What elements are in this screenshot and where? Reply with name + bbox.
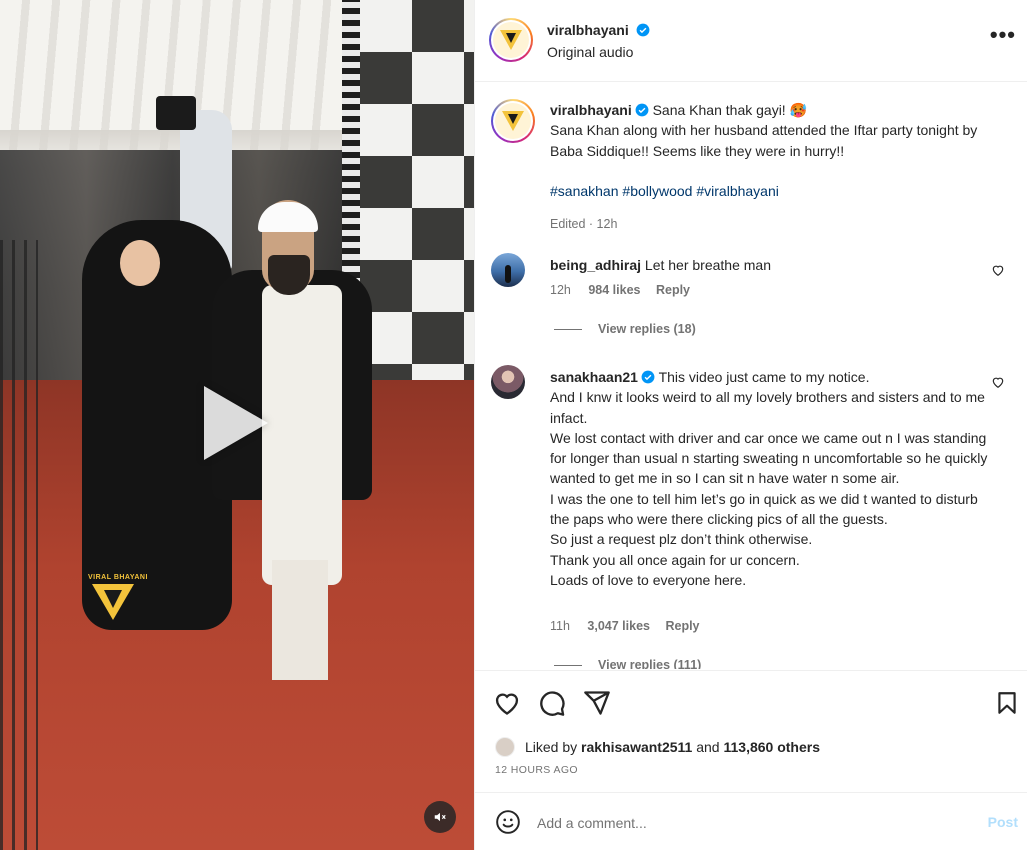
liker-avatar[interactable] (495, 737, 515, 757)
post-timestamp[interactable]: 12 HOURS AGO (495, 764, 578, 776)
post-header: viralbhayani Original audio ••• (475, 0, 1027, 82)
comment-time: 11h (550, 619, 570, 633)
add-comment-bar: Post (475, 792, 1027, 850)
liked-by: Liked by rakhisawant2511 and 113,860 oth… (495, 737, 820, 757)
play-icon[interactable] (204, 386, 268, 460)
viral-logo-icon (500, 30, 522, 50)
view-replies-button[interactable]: View replies (111) (554, 658, 701, 669)
caption-meta: Edited · 12h (550, 217, 618, 232)
reply-button[interactable]: Reply (665, 619, 699, 633)
reply-button[interactable]: Reply (656, 283, 690, 297)
comment-like-icon[interactable] (991, 375, 1005, 389)
header-username[interactable]: viralbhayani (547, 22, 629, 38)
likes-count[interactable]: 113,860 others (723, 739, 820, 755)
bookmark-icon[interactable] (994, 689, 1020, 717)
more-horizontal-icon[interactable]: ••• (990, 24, 1016, 46)
author-avatar[interactable] (489, 18, 533, 62)
caption-title: Sana Khan thak gayi! 🥵 (648, 102, 808, 118)
reel-video[interactable]: VIRAL BHAYANI (0, 0, 474, 850)
comment-text: So just a request plz don’t think otherw… (550, 531, 813, 548)
hashtag-link[interactable]: #sanakhan (550, 183, 619, 199)
audio-label[interactable]: Original audio (547, 44, 650, 60)
verified-badge-icon (635, 103, 649, 117)
comment-username[interactable]: sanakhaan21 (550, 369, 638, 385)
camera (156, 96, 196, 130)
hashtag-link[interactable]: #bollywood (622, 183, 692, 199)
comment-like-icon[interactable] (991, 263, 1005, 277)
post-actions: Liked by rakhisawant2511 and 113,860 oth… (475, 670, 1027, 792)
comment-text: Let her breathe man (644, 257, 772, 273)
commenter-avatar[interactable] (491, 253, 525, 287)
comment-text: This video just came to my notice. (658, 369, 870, 385)
speaker-muted-icon[interactable] (424, 801, 456, 833)
verified-badge-icon (641, 370, 655, 384)
watermark-logo (92, 584, 134, 620)
comment-input[interactable] (537, 812, 957, 834)
heart-icon[interactable] (493, 689, 521, 717)
post-details-pane: viralbhayani Original audio ••• viralbha… (474, 0, 1027, 850)
verified-badge-icon (636, 23, 650, 37)
barrier-rail (0, 240, 38, 850)
comment-username[interactable]: being_adhiraj (550, 257, 641, 273)
comment-text: We lost contact with driver and car once… (550, 429, 988, 487)
caption-body: Sana Khan along with her husband attende… (550, 122, 978, 159)
comments-list[interactable]: viralbhayani Sana Khan thak gayi! 🥵 Sana… (475, 83, 1027, 669)
post-button[interactable]: Post (988, 814, 1018, 830)
comment-icon[interactable] (538, 689, 566, 717)
comment-text: I was the one to tell him let’s go in qu… (550, 490, 978, 528)
comment-text: Thank you all once again for ur concern. (550, 551, 800, 568)
comment-text: And I knw it looks weird to all my lovel… (550, 389, 985, 426)
send-icon[interactable] (583, 689, 611, 717)
commenter-avatar[interactable] (491, 365, 525, 399)
comment-item: being_adhiraj Let her breathe man 12h 98… (491, 253, 1011, 343)
caption-avatar[interactable] (491, 99, 535, 143)
caption-username[interactable]: viralbhayani (550, 102, 632, 118)
comment-item: sanakhaan21 This video just came to my n… (491, 365, 1011, 669)
liker-username[interactable]: rakhisawant2511 (581, 739, 692, 755)
comment-text: Loads of love to everyone here. (550, 571, 747, 588)
view-replies-button[interactable]: View replies (18) (554, 322, 696, 336)
comment-likes[interactable]: 3,047 likes (587, 619, 650, 633)
hashtag-link[interactable]: #viralbhayani (696, 183, 779, 199)
emoji-icon[interactable] (495, 809, 521, 835)
comment-time: 12h (550, 283, 571, 297)
comment-likes[interactable]: 984 likes (588, 283, 640, 297)
